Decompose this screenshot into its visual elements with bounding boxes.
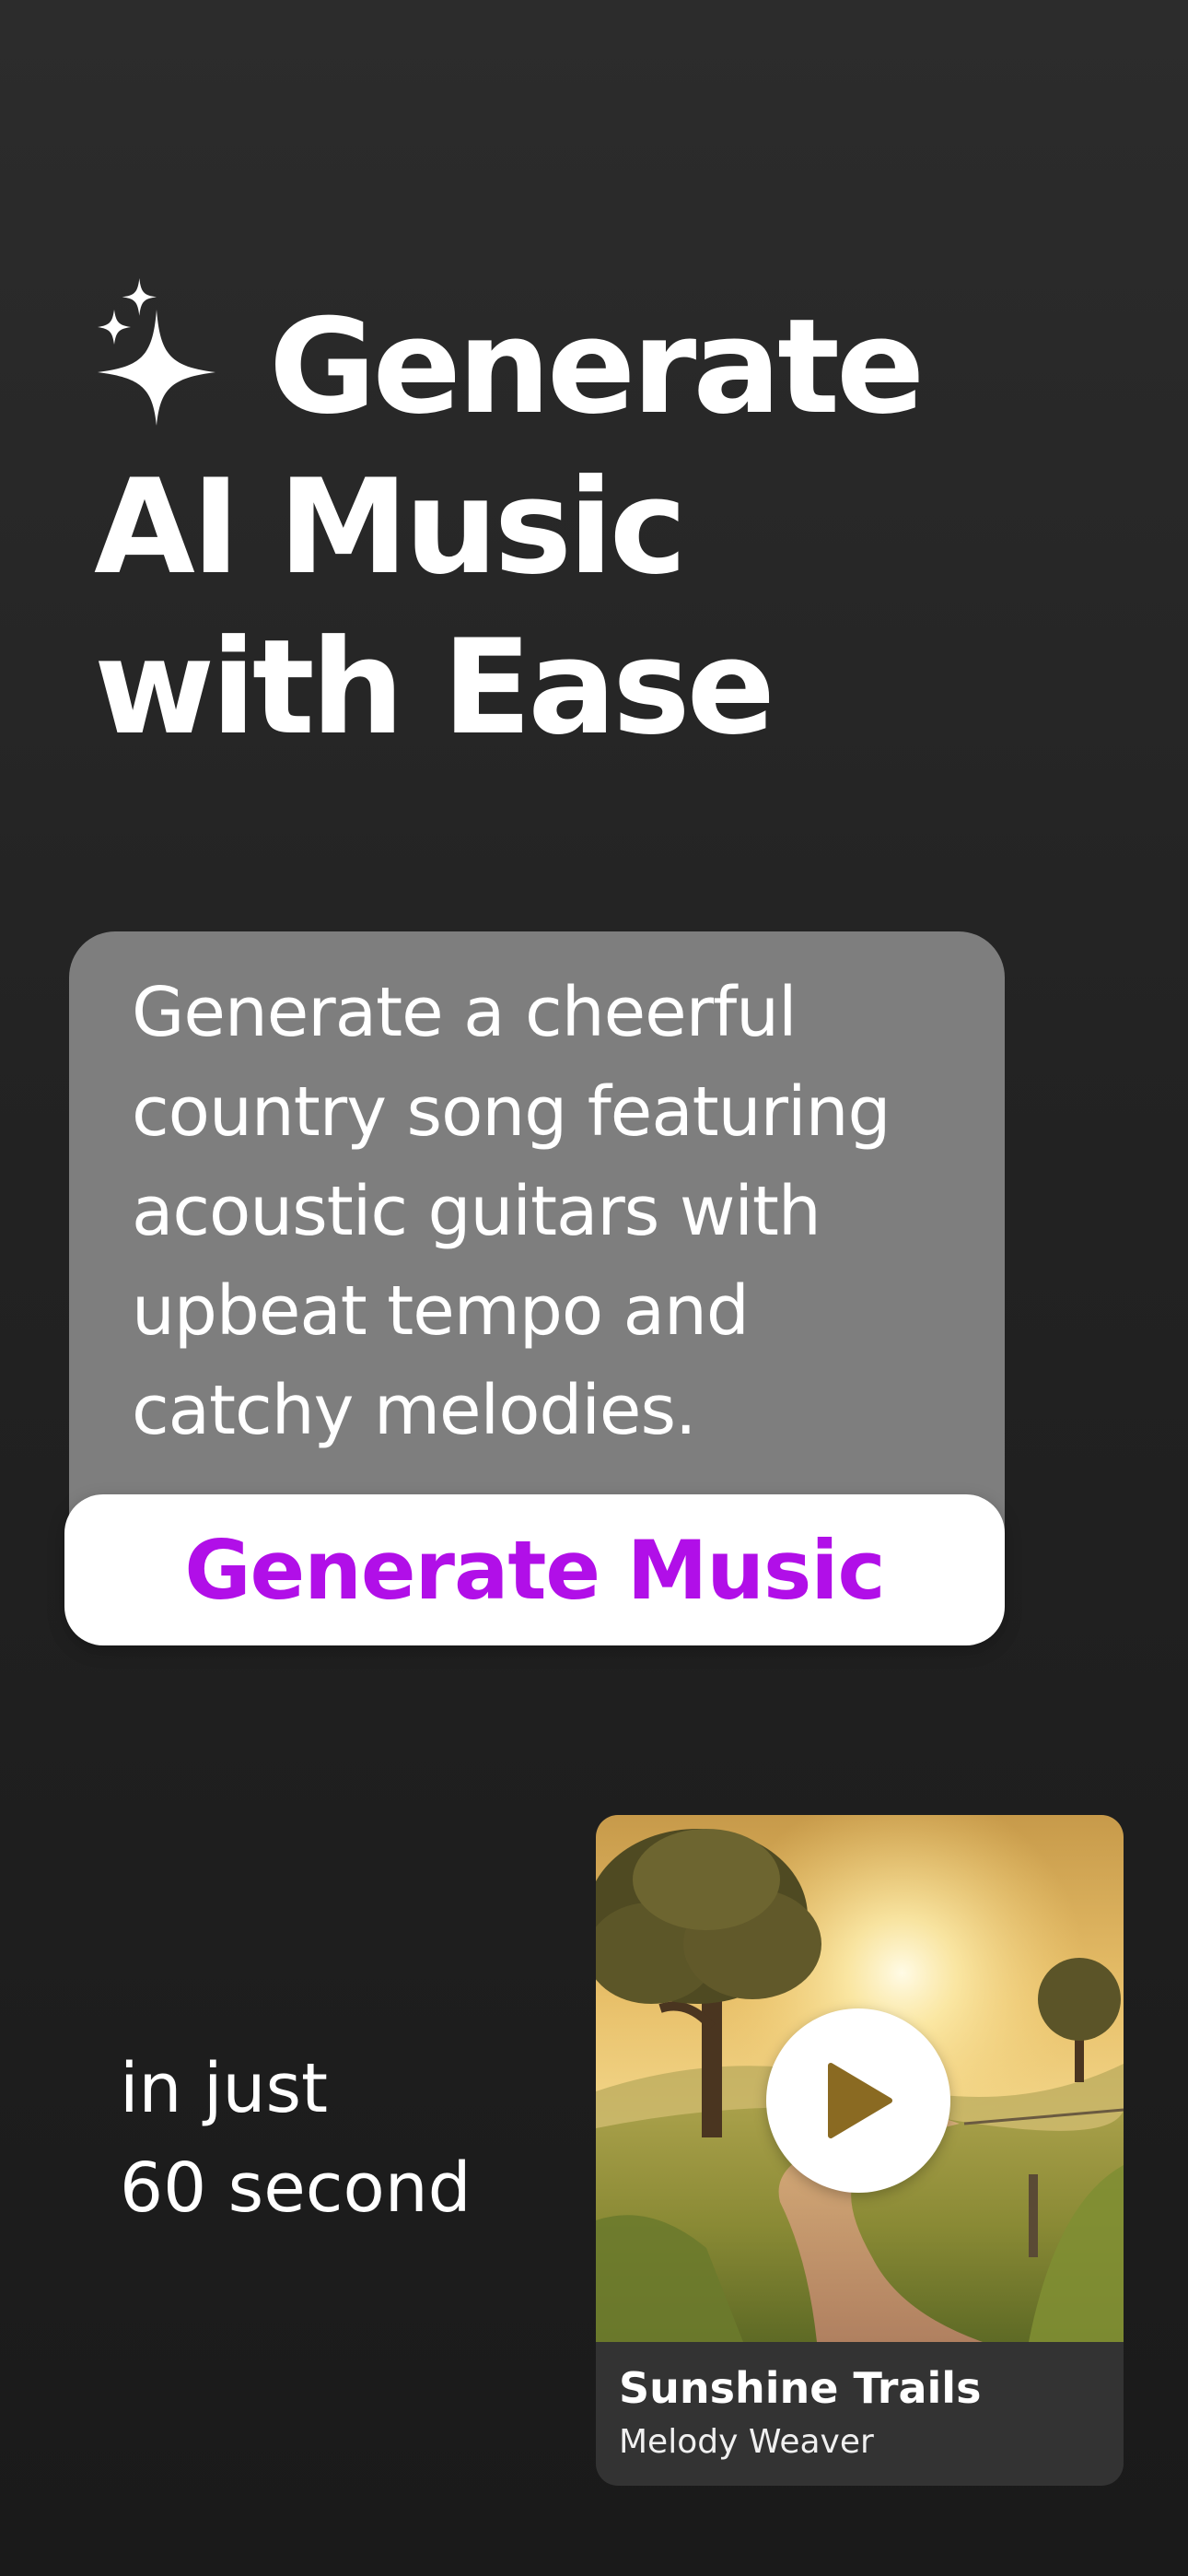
headline-line-2: AI Music (94, 451, 687, 604)
headline-line-1: Generate (94, 276, 1107, 448)
sparkles-icon (98, 278, 215, 427)
headline-text-1: Generate (269, 291, 925, 444)
track-title: Sunshine Trails (619, 2363, 982, 2413)
generate-music-label: Generate Music (184, 1522, 885, 1618)
track-artist: Melody Weaver (619, 2423, 874, 2461)
headline-line-3: with Ease (94, 612, 775, 765)
headline: Generate AI Music with Ease (94, 276, 1107, 768)
prompt-text[interactable]: Generate a cheerful country song featuri… (132, 963, 961, 1460)
play-icon (828, 2063, 892, 2138)
generate-music-button[interactable]: Generate Music (64, 1494, 1005, 1645)
track-card[interactable]: Sunshine Trails Melody Weaver (596, 1815, 1124, 2486)
play-button[interactable] (766, 2008, 950, 2193)
tagline: in just 60 second (120, 2049, 472, 2228)
